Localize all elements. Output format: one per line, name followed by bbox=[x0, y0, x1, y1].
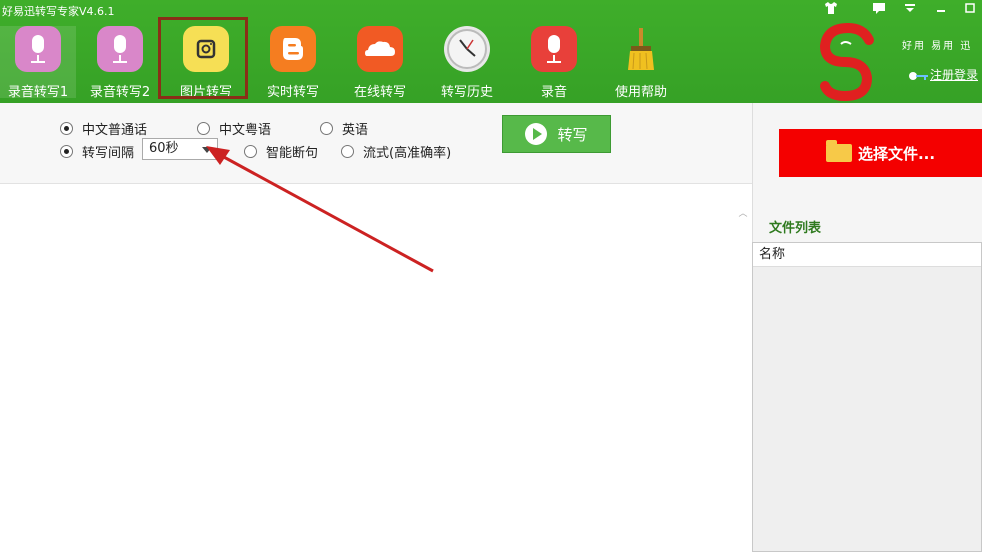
radio-label: 中文粤语 bbox=[219, 123, 272, 138]
chevron-down-icon bbox=[202, 147, 212, 153]
brand-slogan: 好用 易用 迅 bbox=[902, 41, 973, 52]
scroll-up-icon[interactable]: ︿ bbox=[736, 206, 750, 220]
header-bar: 好易迅转写专家V4.6.1 录音转写1 录音转写2 图片转写 实时转写 在线转写… bbox=[0, 0, 982, 103]
tool-label: 在线转写 bbox=[353, 85, 406, 100]
radio-dot bbox=[320, 122, 333, 135]
menu-icon[interactable] bbox=[902, 2, 918, 17]
cloud-icon bbox=[357, 26, 403, 72]
radio-dot bbox=[341, 145, 354, 158]
broom-icon bbox=[618, 26, 664, 72]
skin-icon[interactable] bbox=[823, 2, 839, 17]
microphone-icon bbox=[15, 26, 61, 72]
tool-record-transcribe-2[interactable]: 录音转写2 bbox=[82, 26, 158, 100]
transcribe-button[interactable]: 转写 bbox=[502, 115, 611, 153]
radio-english[interactable]: 英语 bbox=[320, 119, 368, 138]
radio-mandarin[interactable]: 中文普通话 bbox=[60, 119, 147, 138]
radio-cantonese[interactable]: 中文粤语 bbox=[197, 119, 271, 138]
radio-interval[interactable]: 转写间隔 bbox=[60, 142, 134, 161]
clock-icon bbox=[444, 26, 490, 72]
play-icon bbox=[525, 123, 548, 145]
tool-realtime-transcribe[interactable]: 实时转写 bbox=[255, 26, 331, 100]
radio-dot bbox=[60, 122, 73, 135]
key-icon bbox=[908, 70, 930, 82]
column-header-name[interactable]: 名称 bbox=[753, 243, 981, 267]
blogger-icon bbox=[270, 26, 316, 72]
login-label: 注册登录 bbox=[930, 68, 979, 82]
tool-help[interactable]: 使用帮助 bbox=[603, 26, 679, 100]
radio-label: 转写间隔 bbox=[82, 146, 135, 161]
radio-label: 智能断句 bbox=[266, 146, 319, 161]
tool-record-transcribe-1[interactable]: 录音转写1 bbox=[0, 26, 76, 100]
microphone-icon bbox=[97, 26, 143, 72]
tool-record[interactable]: 录音 bbox=[516, 26, 592, 100]
login-link[interactable]: 注册登录 bbox=[908, 66, 978, 83]
tool-label: 录音转写2 bbox=[89, 85, 151, 100]
select-file-button[interactable]: 选择文件... bbox=[779, 129, 982, 177]
radio-label: 中文普通话 bbox=[82, 123, 148, 138]
tool-online-transcribe[interactable]: 在线转写 bbox=[342, 26, 418, 100]
radio-dot bbox=[60, 145, 73, 158]
radio-label: 流式(高准确率) bbox=[363, 146, 452, 161]
file-list-title: 文件列表 bbox=[769, 221, 822, 236]
radio-smart-sentence[interactable]: 智能断句 bbox=[244, 142, 318, 161]
folder-icon bbox=[825, 140, 852, 162]
transcribe-label: 转写 bbox=[557, 125, 588, 144]
message-icon[interactable] bbox=[871, 2, 887, 17]
microphone-icon bbox=[531, 26, 577, 72]
tool-label: 转写历史 bbox=[440, 85, 493, 100]
window-title: 好易迅转写专家V4.6.1 bbox=[2, 5, 115, 18]
transcript-area[interactable] bbox=[0, 184, 752, 552]
maximize-icon[interactable] bbox=[962, 2, 978, 17]
file-list[interactable]: 名称 bbox=[752, 242, 982, 552]
interval-select[interactable]: 60秒 bbox=[142, 138, 218, 160]
tool-label: 使用帮助 bbox=[614, 85, 667, 100]
tool-transcribe-history[interactable]: 转写历史 bbox=[429, 26, 505, 100]
tool-label: 录音 bbox=[540, 85, 567, 100]
select-file-label: 选择文件... bbox=[857, 144, 936, 163]
tool-label: 实时转写 bbox=[266, 85, 319, 100]
radio-label: 英语 bbox=[342, 123, 369, 138]
radio-dot bbox=[197, 122, 210, 135]
brand-logo bbox=[815, 22, 881, 102]
interval-value: 60秒 bbox=[149, 141, 179, 156]
highlight-box bbox=[158, 17, 248, 99]
radio-dot bbox=[244, 145, 257, 158]
radio-streaming[interactable]: 流式(高准确率) bbox=[341, 142, 451, 161]
minimize-icon[interactable] bbox=[933, 2, 949, 17]
